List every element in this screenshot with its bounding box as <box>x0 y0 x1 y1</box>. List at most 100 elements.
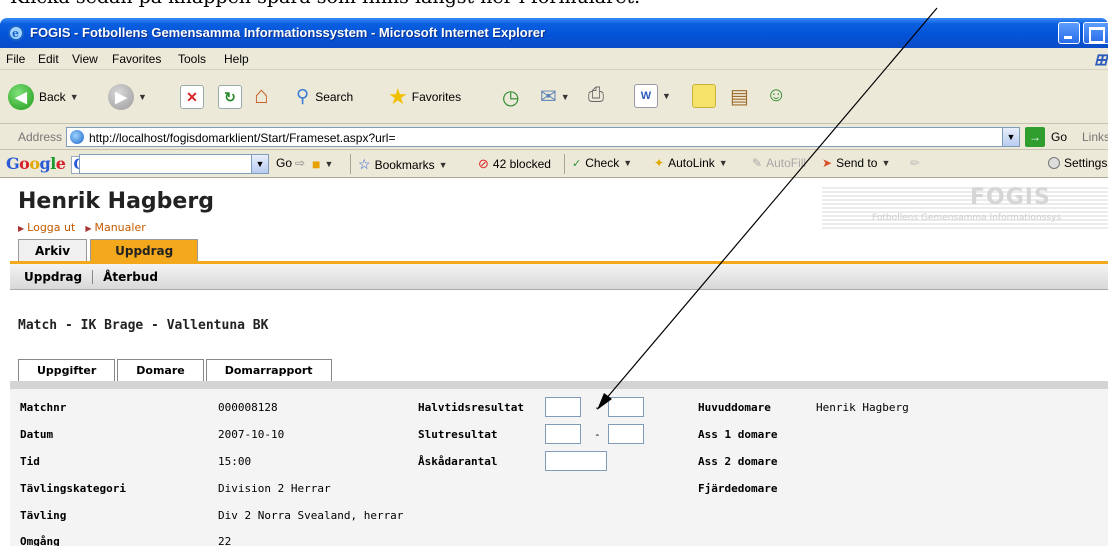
askadare-label: Åskådarantal <box>418 455 498 468</box>
autofill-label: AutoFill <box>766 156 807 170</box>
forward-button[interactable]: ▶ ▼ <box>108 84 147 110</box>
highlighter-icon: ✏ <box>910 156 921 170</box>
address-label: Address <box>18 130 63 144</box>
subnav-uppdrag[interactable]: Uppdrag <box>24 270 82 284</box>
tab-arkiv[interactable]: Arkiv <box>18 239 88 261</box>
pagerank-button[interactable]: ■ ▼ <box>312 156 333 172</box>
match-title: Match - IK Brage - Vallentuna BK <box>18 318 269 333</box>
menu-view[interactable]: View <box>72 52 98 66</box>
window-title: FOGIS - Fotbollens Gemensamma Informatio… <box>30 25 546 40</box>
chevron-down-icon: ▼ <box>718 158 728 168</box>
blocked-label: 42 blocked <box>492 157 551 171</box>
tab-domare[interactable]: Domare <box>117 359 204 381</box>
favorites-label: Favorites <box>411 90 462 104</box>
document-caption: Klicka sedan på knappen spara som finns … <box>10 0 640 8</box>
menu-bar: File Edit View Favorites Tools Help ⊞ <box>0 48 1108 70</box>
refresh-button[interactable]: ↻ <box>218 85 242 109</box>
sendto-button[interactable]: ➤ Send to ▼ <box>822 156 890 170</box>
logout-link[interactable]: Logga ut <box>18 221 75 234</box>
sub-navigation: Uppdrag Återbud <box>10 264 1108 290</box>
page-icon <box>70 130 84 144</box>
google-search-input[interactable]: ▼ <box>79 154 269 174</box>
links-label[interactable]: Links <box>1082 130 1108 144</box>
search-button[interactable]: ⚲ Search <box>296 86 353 107</box>
word-icon: W <box>634 84 658 108</box>
edit-button[interactable]: W ▼ <box>634 84 671 108</box>
tid-label: Tid <box>20 455 40 468</box>
match-details: Matchnr 000008128 Datum 2007-10-10 Tid 1… <box>10 389 1108 546</box>
popup-blocker-button[interactable]: ⊘ 42 blocked <box>478 156 551 172</box>
slut-label: Slutresultat <box>418 428 498 441</box>
ass2-label: Ass 2 domare <box>698 455 778 468</box>
menu-edit[interactable]: Edit <box>38 52 59 66</box>
stop-button[interactable]: ✕ <box>180 85 204 109</box>
autolink-button[interactable]: ✦ AutoLink ▼ <box>654 156 728 170</box>
back-button[interactable]: ◀ Back ▼ <box>8 84 79 110</box>
chevron-down-icon[interactable]: ▼ <box>1002 128 1019 146</box>
home-icon: ⌂ <box>254 82 269 109</box>
slut-home-input[interactable] <box>545 424 581 444</box>
google-toolbar: Google G▼ ▼ Go ⇨ ■ ▼ ☆ Bookmarks ▼ ⊘ 42 … <box>0 150 1108 178</box>
header-links: Logga ut Manualer <box>18 221 146 234</box>
go-label: Go <box>1051 130 1068 144</box>
note-button[interactable] <box>692 84 716 108</box>
go-arrow-icon: → <box>1025 127 1045 147</box>
popup-blocked-icon: ⊘ <box>478 156 489 171</box>
halvtid-home-input[interactable] <box>545 397 581 417</box>
messenger-icon: ☺ <box>766 84 787 106</box>
favorites-button[interactable]: ★ Favorites <box>388 84 461 110</box>
kategori-value: Division 2 Herrar <box>218 482 331 495</box>
tab-uppdrag[interactable]: Uppdrag <box>90 239 199 261</box>
tab-uppgifter[interactable]: Uppgifter <box>18 359 116 381</box>
settings-label: Settings <box>1064 156 1108 170</box>
history-button[interactable]: ◷ <box>502 85 519 110</box>
bookmarks-label: Bookmarks <box>374 157 435 172</box>
slut-away-input[interactable] <box>608 424 644 444</box>
chevron-down-icon: ▼ <box>138 92 147 102</box>
menu-favorites[interactable]: Favorites <box>112 52 161 66</box>
spellcheck-button[interactable]: ✓ Check ▼ <box>572 156 632 170</box>
home-button[interactable]: ⌂ <box>254 82 269 110</box>
chevron-down-icon: ▼ <box>69 92 79 102</box>
chevron-down-icon: ▼ <box>662 91 671 101</box>
research-button[interactable]: ▤ <box>730 84 749 109</box>
toolbar-separator <box>564 154 565 174</box>
internet-explorer-icon: e <box>8 25 24 41</box>
autofill-button[interactable]: ✎ AutoFill <box>752 156 806 170</box>
window-titlebar: e FOGIS - Fotbollens Gemensamma Informat… <box>0 18 1108 48</box>
tab-domarrapport[interactable]: Domarrapport <box>205 359 332 381</box>
matchnr-label: Matchnr <box>20 401 67 414</box>
detail-tabs-rule <box>10 381 1108 389</box>
refresh-icon: ↻ <box>218 85 242 109</box>
address-bar: Address http://localhost/fogisdomarklien… <box>0 124 1108 150</box>
bookmarks-button[interactable]: ☆ Bookmarks ▼ <box>358 156 448 173</box>
menu-file[interactable]: File <box>6 52 25 66</box>
minimize-button[interactable] <box>1058 22 1080 44</box>
back-arrow-icon: ◀ <box>8 84 34 110</box>
print-button[interactable]: ⎙ <box>588 84 604 107</box>
address-input[interactable]: http://localhost/fogisdomarklient/Start/… <box>66 127 1020 147</box>
history-icon: ◷ <box>502 87 520 109</box>
askadare-input[interactable] <box>545 451 607 471</box>
maximize-button[interactable] <box>1083 22 1108 44</box>
messenger-button[interactable]: ☺ <box>766 84 786 107</box>
tavling-label: Tävling <box>20 509 67 522</box>
logo-text: FOGIS <box>970 185 1051 210</box>
settings-button[interactable]: Settings <box>1048 156 1107 170</box>
menu-help[interactable]: Help <box>224 52 249 66</box>
chevron-down-icon[interactable]: ▼ <box>251 155 268 173</box>
manualer-link[interactable]: Manualer <box>85 221 145 234</box>
halvtid-away-input[interactable] <box>608 397 644 417</box>
subnav-aterbud[interactable]: Återbud <box>103 270 158 284</box>
search-label: Search <box>315 89 354 104</box>
toolbar-separator <box>350 154 351 174</box>
mail-button[interactable]: ✉ ▼ <box>540 84 570 109</box>
chevron-down-icon: ▼ <box>438 159 448 170</box>
mail-icon: ✉ <box>540 86 557 108</box>
google-go-button[interactable]: Go ⇨ <box>276 156 305 170</box>
go-button[interactable]: → Go <box>1025 127 1067 147</box>
fjarde-label: Fjärdedomare <box>698 482 778 495</box>
menu-tools[interactable]: Tools <box>178 52 206 66</box>
highlighter-button[interactable]: ✏ <box>910 156 920 170</box>
subnav-separator <box>92 269 94 284</box>
